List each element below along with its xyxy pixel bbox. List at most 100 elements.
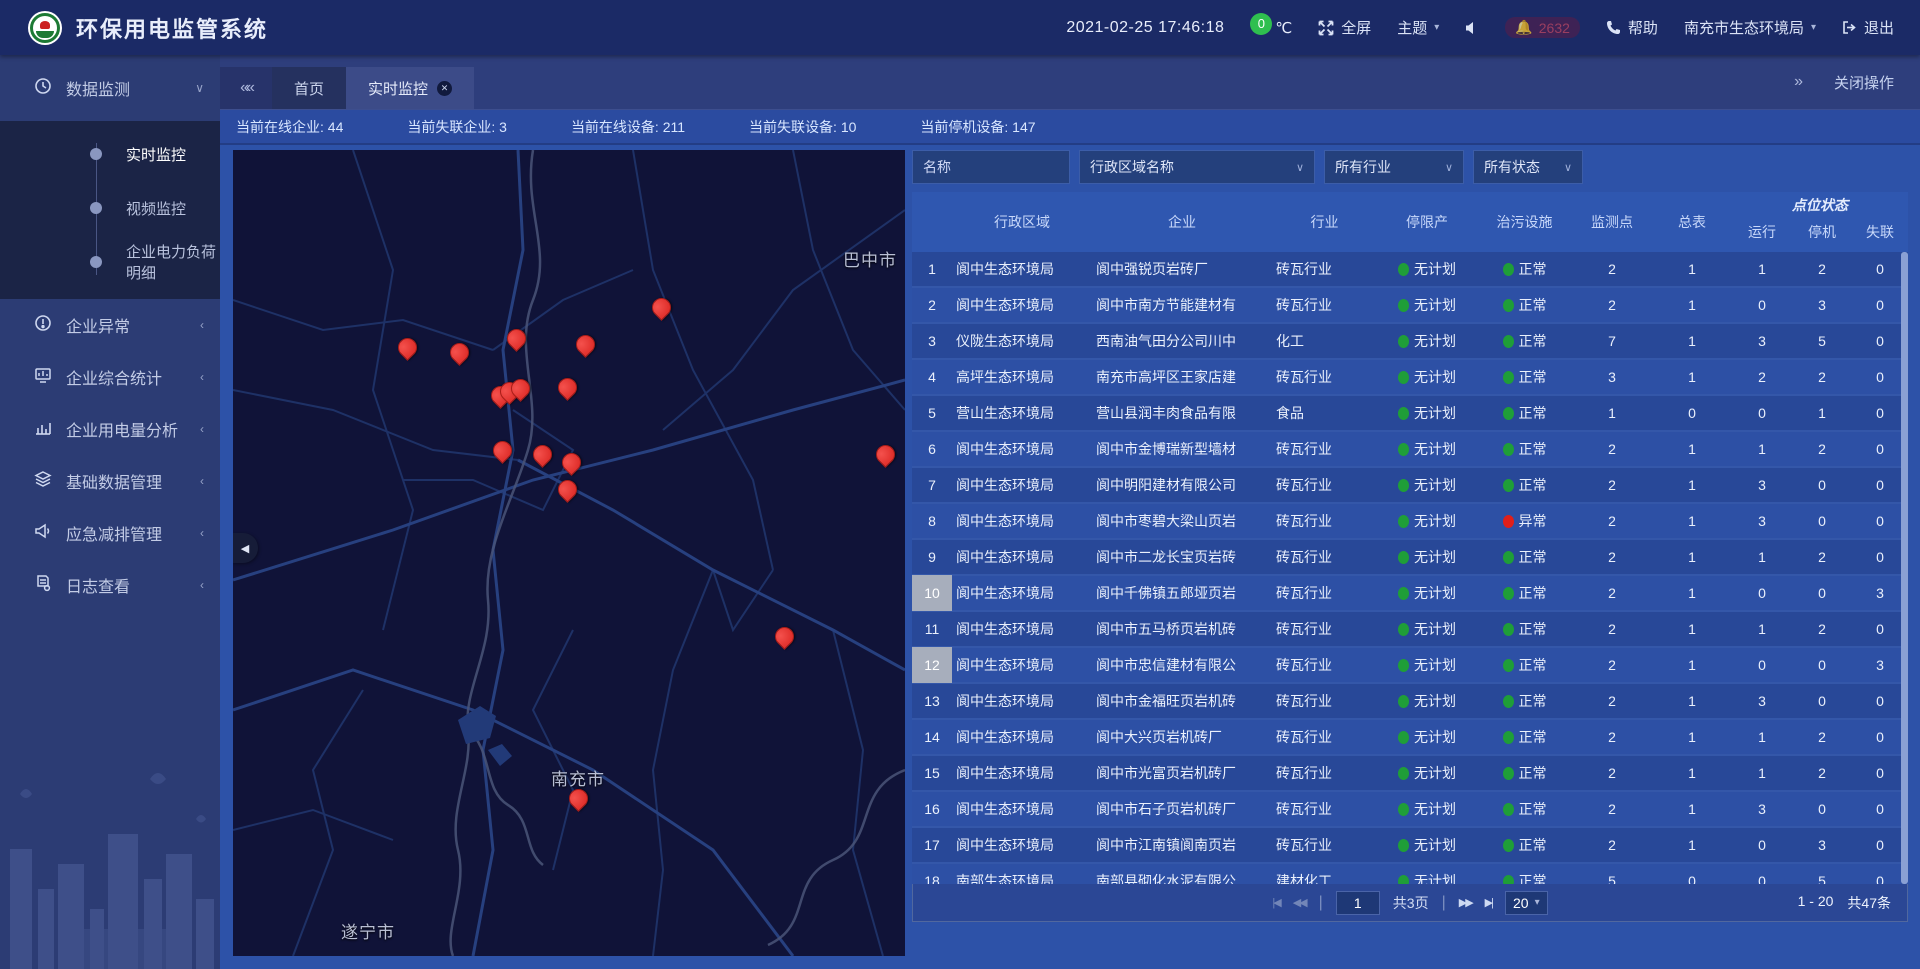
page-number-input[interactable]: 1: [1336, 891, 1380, 915]
cell-meter-count: 0: [1652, 873, 1732, 884]
help-button[interactable]: 帮助: [1606, 17, 1658, 38]
sidebar-subitem[interactable]: 企业电力负荷明细: [0, 235, 220, 289]
name-filter-input[interactable]: [912, 150, 1070, 184]
sidebar-item-1[interactable]: 企业异常‹: [0, 299, 220, 351]
chevron-down-icon: ▾: [1535, 897, 1540, 908]
layers-icon: [34, 470, 52, 493]
table-row[interactable]: 9阆中生态环境局阆中市二龙长宝页岩砖砖瓦行业无计划正常21120: [912, 540, 1908, 576]
col-limit: 停限产: [1377, 192, 1477, 252]
alert-circle-icon: [34, 314, 52, 337]
table-row[interactable]: 2阆中生态环境局阆中市南方节能建材有砖瓦行业无计划正常21030: [912, 288, 1908, 324]
next-page-button[interactable]: ▶▶: [1459, 896, 1472, 909]
map-panel[interactable]: 巴中市南充市遂宁市 ◀: [233, 150, 905, 956]
col-company: 企业: [1092, 192, 1272, 252]
theme-dropdown[interactable]: 主题▾: [1397, 17, 1439, 38]
tabs-scroll-right-button[interactable]: »: [1794, 73, 1800, 91]
table-row[interactable]: 6阆中生态环境局阆中市金博瑞新型墙材砖瓦行业无计划正常21120: [912, 432, 1908, 468]
cell-stop-count: 0: [1792, 657, 1852, 673]
cell-region: 南部生态环境局: [952, 871, 1092, 884]
cell-meter-count: 0: [1652, 405, 1732, 421]
status-dot: [1503, 587, 1514, 600]
cell-company: 阆中大兴页岩机砖厂: [1092, 727, 1272, 747]
table-row[interactable]: 1阆中生态环境局阆中强锐页岩砖厂砖瓦行业无计划正常21120: [912, 252, 1908, 288]
cell-facility-status: 正常: [1477, 259, 1572, 279]
cell-limit-status: 无计划: [1377, 799, 1477, 819]
table-row[interactable]: 16阆中生态环境局阆中市石子页岩机砖厂砖瓦行业无计划正常21300: [912, 792, 1908, 828]
cell-lost-count: 0: [1852, 693, 1908, 709]
table-row[interactable]: 3仪陇生态环境局西南油气田分公司川中化工无计划正常71350: [912, 324, 1908, 360]
cell-limit-status: 无计划: [1377, 439, 1477, 459]
cell-company: 阆中市光富页岩机砖厂: [1092, 763, 1272, 783]
tab-home[interactable]: 首页: [272, 67, 346, 109]
cell-industry: 砖瓦行业: [1272, 691, 1377, 711]
table-row[interactable]: 11阆中生态环境局阆中市五马桥页岩机砖砖瓦行业无计划正常21120: [912, 612, 1908, 648]
sidebar-item-3[interactable]: 企业用电量分析‹: [0, 403, 220, 455]
sidebar-item-6[interactable]: 日志查看‹: [0, 559, 220, 611]
stat-item: 当前停机设备: 147: [920, 117, 1035, 137]
close-operations-button[interactable]: 关闭操作: [1834, 72, 1894, 93]
cell-run-count: 1: [1732, 765, 1792, 781]
stat-item: 当前在线设备: 211: [571, 117, 685, 137]
cell-limit-status: 无计划: [1377, 655, 1477, 675]
clock-icon: [34, 77, 52, 100]
sidebar-subitem[interactable]: 实时监控: [0, 127, 220, 181]
close-icon[interactable]: ✕: [437, 81, 452, 96]
table-row[interactable]: 4高坪生态环境局南充市高坪区王家店建砖瓦行业无计划正常31220: [912, 360, 1908, 396]
tabs-scroll-left-button[interactable]: ««: [220, 67, 272, 109]
table-row[interactable]: 8阆中生态环境局阆中市枣碧大梁山页岩砖瓦行业无计划异常21300: [912, 504, 1908, 540]
sidebar-item-0[interactable]: 数据监测∨: [0, 55, 220, 121]
cell-company: 阆中市二龙长宝页岩砖: [1092, 547, 1272, 567]
cell-region: 阆中生态环境局: [952, 619, 1092, 639]
table-row[interactable]: 14阆中生态环境局阆中大兴页岩机砖厂砖瓦行业无计划正常21120: [912, 720, 1908, 756]
sidebar-item-5[interactable]: 应急减排管理‹: [0, 507, 220, 559]
table-scrollbar[interactable]: [1901, 252, 1908, 884]
top-header: 环保用电监管系统 2021-02-25 17:46:18 0 ℃ 全屏 主题▾: [0, 0, 1920, 55]
page-size-select[interactable]: 20▾: [1505, 891, 1548, 915]
table-row[interactable]: 10阆中生态环境局阆中千佛镇五郎垭页岩砖瓦行业无计划正常21003: [912, 576, 1908, 612]
cell-monitor-count: 2: [1572, 621, 1652, 637]
notification-badge[interactable]: 🔔 2632: [1505, 17, 1580, 38]
phone-icon: [1606, 20, 1621, 35]
table-row[interactable]: 12阆中生态环境局阆中市忠信建材有限公砖瓦行业无计划正常21003: [912, 648, 1908, 684]
chevron-left-icon: ‹: [200, 370, 204, 384]
cell-industry: 砖瓦行业: [1272, 799, 1377, 819]
cell-lost-count: 0: [1852, 297, 1908, 313]
table-row[interactable]: 13阆中生态环境局阆中市金福旺页岩机砖砖瓦行业无计划正常21300: [912, 684, 1908, 720]
table-row[interactable]: 5营山生态环境局营山县润丰肉食品有限食品无计划正常10010: [912, 396, 1908, 432]
cell-run-count: 0: [1732, 837, 1792, 853]
cell-run-count: 1: [1732, 729, 1792, 745]
table-row[interactable]: 17阆中生态环境局阆中市江南镇阆南页岩砖瓦行业无计划正常21030: [912, 828, 1908, 864]
table-row[interactable]: 18南部生态环境局南部县砌化水泥有限公建材化工无计划正常50050: [912, 864, 1908, 884]
cell-limit-status: 无计划: [1377, 691, 1477, 711]
total-count-label: 共47条: [1847, 893, 1891, 913]
cell-monitor-count: 2: [1572, 765, 1652, 781]
region-filter-select[interactable]: 行政区域名称∨: [1079, 150, 1315, 184]
user-dropdown[interactable]: 南充市生态环境局▾: [1684, 17, 1816, 38]
cell-lost-count: 0: [1852, 441, 1908, 457]
fullscreen-button[interactable]: 全屏: [1318, 17, 1371, 38]
sidebar-subitem[interactable]: 视频监控: [0, 181, 220, 235]
cell-stop-count: 0: [1792, 513, 1852, 529]
cell-company: 南充市高坪区王家店建: [1092, 367, 1272, 387]
cell-index: 11: [912, 611, 952, 647]
status-filter-select[interactable]: 所有状态∨: [1473, 150, 1583, 184]
cell-monitor-count: 2: [1572, 585, 1652, 601]
first-page-button[interactable]: |◀: [1272, 896, 1279, 909]
cell-meter-count: 1: [1652, 333, 1732, 349]
sidebar-item-2[interactable]: 企业综合统计‹: [0, 351, 220, 403]
range-label: 1 - 20: [1798, 893, 1834, 913]
cell-meter-count: 1: [1652, 729, 1732, 745]
logout-button[interactable]: 退出: [1842, 17, 1894, 38]
industry-filter-select[interactable]: 所有行业∨: [1324, 150, 1464, 184]
cell-monitor-count: 2: [1572, 441, 1652, 457]
tab-realtime-monitor[interactable]: 实时监控 ✕: [346, 67, 474, 109]
skyline-decoration: [0, 759, 220, 969]
cell-company: 阆中市江南镇阆南页岩: [1092, 835, 1272, 855]
table-row[interactable]: 15阆中生态环境局阆中市光富页岩机砖厂砖瓦行业无计划正常21120: [912, 756, 1908, 792]
prev-page-button[interactable]: ◀◀: [1293, 896, 1306, 909]
mute-button[interactable]: [1465, 21, 1479, 35]
last-page-button[interactable]: ▶|: [1485, 896, 1492, 909]
sidebar-item-4[interactable]: 基础数据管理‹: [0, 455, 220, 507]
table-row[interactable]: 7阆中生态环境局阆中明阳建材有限公司砖瓦行业无计划正常21300: [912, 468, 1908, 504]
cell-industry: 砖瓦行业: [1272, 295, 1377, 315]
